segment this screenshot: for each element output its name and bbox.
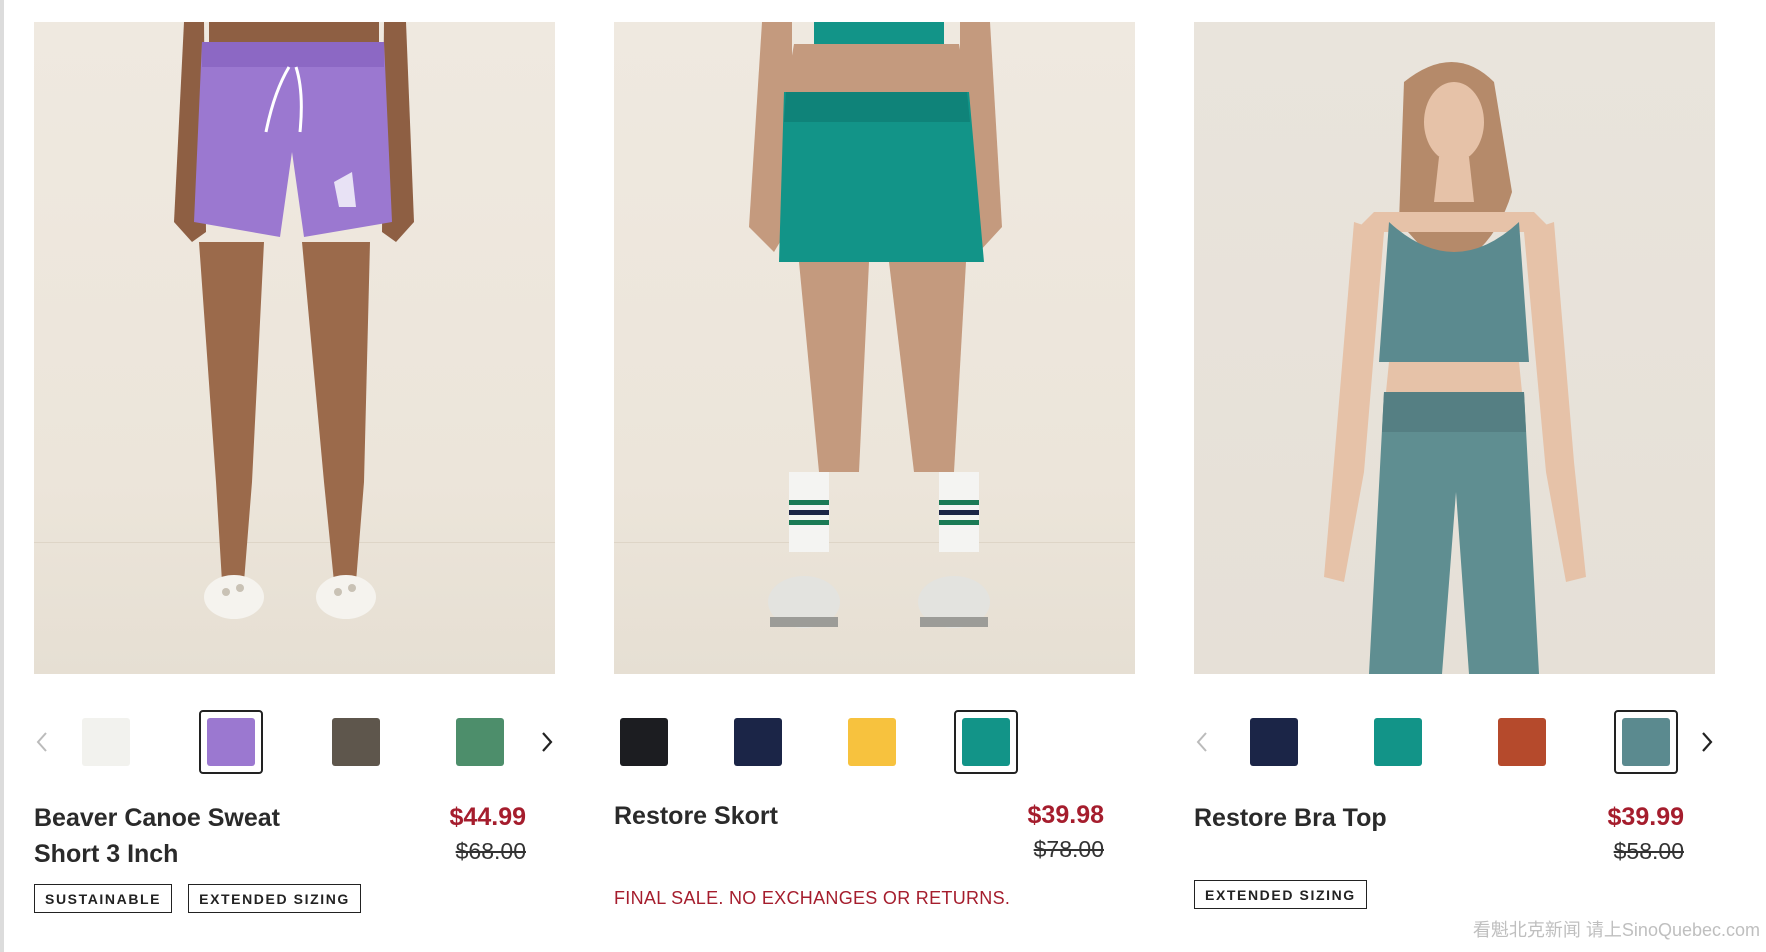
swatch-option[interactable]: [612, 710, 676, 774]
sale-price: $44.99: [449, 803, 526, 831]
product-info: Restore Bra Top $39.99 $58.00: [1194, 800, 1715, 864]
swatch-color: [962, 718, 1010, 766]
sale-price: $39.98: [1027, 801, 1104, 829]
swatch-color: [207, 718, 255, 766]
swatch-color: [1498, 718, 1546, 766]
product-image[interactable]: [1194, 22, 1715, 674]
swatch-option[interactable]: [74, 710, 138, 774]
color-swatches: [614, 710, 1135, 774]
product-info: Restore Skort $39.98 $78.00: [614, 798, 1135, 862]
original-price: $68.00: [455, 838, 526, 864]
swatch-option[interactable]: [726, 710, 790, 774]
color-swatches: [1194, 710, 1715, 774]
product-card-sweat-short[interactable]: Beaver Canoe Sweat Short 3 Inch $44.99 $…: [34, 22, 555, 913]
swatch-color: [620, 718, 668, 766]
badge-extended-sizing: EXTENDED SIZING: [188, 884, 361, 913]
model-bra-top-illustration: [1324, 62, 1586, 674]
original-price: $58.00: [1613, 838, 1684, 864]
product-name[interactable]: Restore Skort: [614, 798, 914, 834]
price-block: $44.99 $68.00: [450, 800, 526, 868]
swatch-color: [1374, 718, 1422, 766]
swatch-option[interactable]: [1366, 710, 1430, 774]
model-skort-illustration: [749, 22, 1002, 628]
swatch-option[interactable]: [840, 710, 904, 774]
swatch-option[interactable]: [324, 710, 388, 774]
swatch-color: [734, 718, 782, 766]
watermark: 看魁北克新闻 请上SinoQuebec.com: [1472, 920, 1760, 940]
original-price: $78.00: [1033, 836, 1104, 862]
product-card-bra-top[interactable]: Restore Bra Top $39.99 $58.00 EXTENDED S…: [1194, 22, 1715, 909]
badge-extended-sizing: EXTENDED SIZING: [1194, 880, 1367, 909]
sale-price: $39.99: [1607, 803, 1684, 831]
product-image[interactable]: [34, 22, 555, 674]
swatch-color: [332, 718, 380, 766]
badge-sustainable: SUSTAINABLE: [34, 884, 173, 913]
swatch-color: [456, 718, 504, 766]
model-shorts-illustration: [174, 22, 414, 619]
final-sale-notice: FINAL SALE. NO EXCHANGES OR RETURNS.: [614, 888, 1011, 908]
swatch-color: [1622, 718, 1670, 766]
swatch-color: [82, 718, 130, 766]
price-block: $39.98 $78.00: [1028, 798, 1104, 866]
swatch-color: [848, 718, 896, 766]
chevron-left-icon[interactable]: [1188, 728, 1216, 756]
swatch-option[interactable]: [1490, 710, 1554, 774]
product-name[interactable]: Restore Bra Top: [1194, 800, 1494, 836]
product-card-skort[interactable]: Restore Skort $39.98 $78.00 FINAL SALE. …: [614, 22, 1135, 908]
chevron-right-icon[interactable]: [1693, 728, 1721, 756]
product-info: Beaver Canoe Sweat Short 3 Inch $44.99 $…: [34, 800, 555, 868]
swatch-color: [1250, 718, 1298, 766]
swatch-option[interactable]: [448, 710, 512, 774]
swatch-option-selected[interactable]: [954, 710, 1018, 774]
swatch-option-selected[interactable]: [1614, 710, 1678, 774]
price-block: $39.99 $58.00: [1608, 800, 1684, 868]
swatch-option[interactable]: [1242, 710, 1306, 774]
product-name[interactable]: Beaver Canoe Sweat Short 3 Inch: [34, 800, 334, 872]
chevron-left-icon[interactable]: [28, 728, 56, 756]
color-swatches: [34, 710, 555, 774]
swatch-option-selected[interactable]: [199, 710, 263, 774]
scrollbar-edge: [0, 0, 4, 952]
product-image[interactable]: [614, 22, 1135, 674]
badge-list: SUSTAINABLE EXTENDED SIZING: [34, 884, 361, 913]
badge-list: EXTENDED SIZING: [1194, 880, 1367, 909]
chevron-right-icon[interactable]: [533, 728, 561, 756]
